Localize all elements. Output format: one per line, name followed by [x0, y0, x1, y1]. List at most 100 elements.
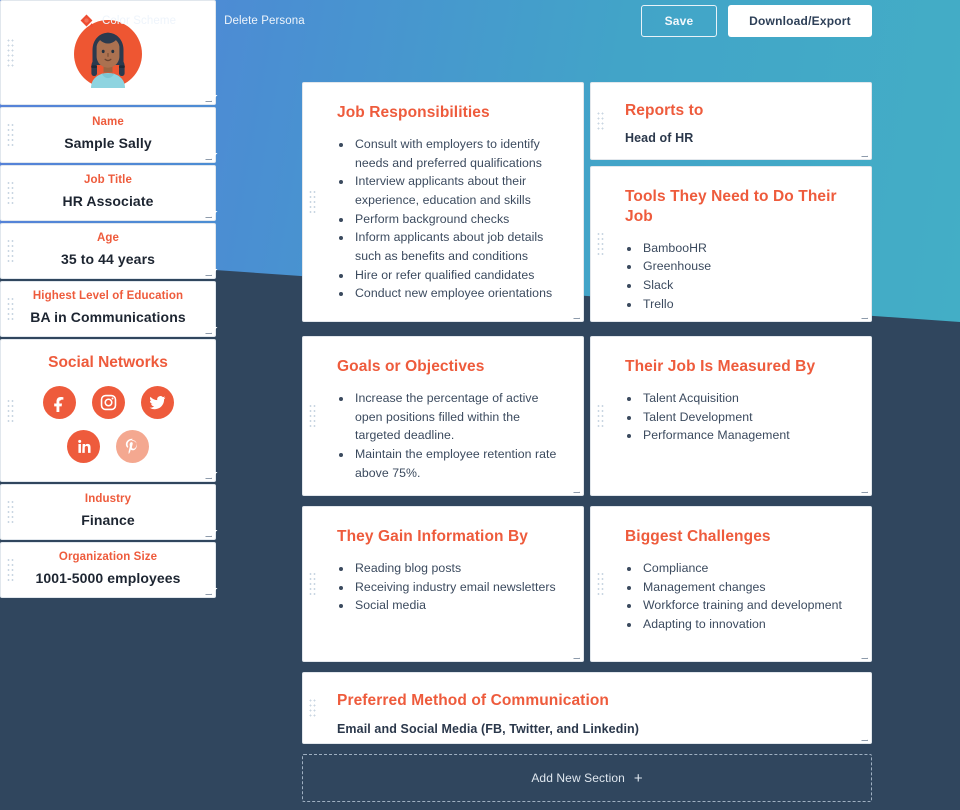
resize-handle[interactable] [572, 485, 580, 493]
drag-handle-icon[interactable] [309, 404, 316, 428]
linkedin-icon[interactable] [67, 430, 100, 463]
drag-handle-icon[interactable] [309, 572, 316, 596]
section-body: They Gain Information By Reading blog po… [303, 507, 583, 631]
drag-handle-icon[interactable] [309, 190, 316, 214]
drag-handle-icon[interactable] [597, 572, 604, 596]
resize-handle[interactable] [860, 149, 868, 157]
section-card-gain-information[interactable]: They Gain Information By Reading blog po… [302, 506, 584, 662]
social-networks-title: Social Networks [48, 354, 168, 371]
resize-handle[interactable] [860, 733, 868, 741]
resize-handle[interactable] [572, 651, 580, 659]
color-scheme-button[interactable]: Color Scheme [78, 13, 176, 30]
save-button[interactable]: Save [641, 5, 717, 37]
drag-handle-icon[interactable] [7, 558, 14, 582]
list-item: Adapting to innovation [625, 615, 849, 634]
profile-field-name[interactable]: Name Sample Sally [0, 107, 216, 163]
resize-handle[interactable] [572, 311, 580, 319]
color-scheme-label: Color Scheme [102, 15, 177, 27]
social-row [67, 430, 149, 463]
resize-handle[interactable] [204, 268, 212, 276]
section-list: Compliance Management changes Workforce … [625, 559, 849, 634]
list-item: Trello [625, 295, 849, 314]
resize-handle[interactable] [860, 651, 868, 659]
field-value: HR Associate [62, 193, 154, 209]
list-item: Reading blog posts [337, 559, 561, 578]
resize-handle[interactable] [204, 152, 212, 160]
section-card-goals[interactable]: Goals or Objectives Increase the percent… [302, 336, 584, 496]
persona-builder-app: Color Scheme Delete Persona Save Downloa… [0, 0, 960, 810]
field-label: Highest Level of Education [32, 290, 184, 302]
list-item: Talent Acquisition [625, 389, 849, 408]
drag-handle-icon[interactable] [7, 181, 14, 205]
pinterest-icon[interactable] [116, 430, 149, 463]
drag-handle-icon[interactable] [597, 232, 604, 256]
section-card-job-responsibilities[interactable]: Job Responsibilities Consult with employ… [302, 82, 584, 322]
list-item: Receiving industry email newsletters [337, 578, 561, 597]
profile-field-age[interactable]: Age 35 to 44 years [0, 223, 216, 279]
section-title: Preferred Method of Communication [337, 692, 609, 709]
social-networks-card[interactable]: Social Networks [0, 339, 216, 482]
drag-handle-icon[interactable] [7, 500, 14, 524]
drag-handle-icon[interactable] [7, 399, 14, 422]
social-icon-rows [19, 386, 197, 463]
resize-handle[interactable] [204, 94, 212, 102]
field-value: Finance [81, 512, 135, 528]
resize-handle[interactable] [204, 210, 212, 218]
list-item: Inform applicants about job details such… [337, 228, 561, 265]
drag-handle-icon[interactable] [309, 699, 316, 717]
section-title: Goals or Objectives [337, 358, 485, 375]
delete-persona-button[interactable]: Delete Persona [202, 12, 305, 30]
resize-handle[interactable] [204, 529, 212, 537]
section-card-tools[interactable]: Tools They Need to Do Their Job BambooHR… [590, 166, 872, 322]
add-new-section-button[interactable]: Add New Section + [302, 754, 872, 802]
section-body: Biggest Challenges Compliance Management… [591, 507, 871, 650]
list-item: Workforce training and development [625, 596, 849, 615]
list-item: Social media [337, 596, 561, 615]
section-list: Talent Acquisition Talent Development Pe… [625, 389, 849, 445]
drag-handle-icon[interactable] [7, 123, 14, 147]
resize-handle[interactable] [204, 326, 212, 334]
instagram-icon[interactable] [91, 386, 125, 419]
section-card-biggest-challenges[interactable]: Biggest Challenges Compliance Management… [590, 506, 872, 662]
section-card-communication[interactable]: Preferred Method of Communication Email … [302, 672, 872, 744]
profile-field-organization-size[interactable]: Organization Size 1001-5000 employees [0, 542, 216, 598]
download-export-button[interactable]: Download/Export [728, 5, 872, 37]
section-title: They Gain Information By [337, 528, 529, 545]
list-item: Greenhouse [625, 257, 849, 276]
toolbar-primary-actions: Save Download/Export [641, 5, 872, 37]
field-label: Organization Size [58, 551, 158, 563]
section-title: Job Responsibilities [337, 104, 490, 121]
profile-field-job-title[interactable]: Job Title HR Associate [0, 165, 216, 221]
resize-handle[interactable] [204, 471, 212, 479]
drag-handle-icon[interactable] [7, 38, 14, 67]
section-list: Consult with employers to identify needs… [337, 135, 561, 303]
resize-handle[interactable] [860, 485, 868, 493]
section-title: Tools They Need to Do Their Job [625, 188, 837, 225]
section-text: Email and Social Media (FB, Twitter, and… [337, 721, 640, 736]
list-item: Maintain the employee retention rate abo… [337, 445, 561, 482]
drag-handle-icon[interactable] [7, 239, 14, 263]
resize-handle[interactable] [204, 587, 212, 595]
section-list: Increase the percentage of active open p… [337, 389, 561, 482]
list-item: Conduct new employee orientations [337, 284, 561, 303]
resize-handle[interactable] [860, 311, 868, 319]
section-card-reports-to[interactable]: Reports to Head of HR [590, 82, 872, 160]
profile-field-education[interactable]: Highest Level of Education BA in Communi… [0, 281, 216, 337]
twitter-icon[interactable] [140, 386, 174, 419]
drag-handle-icon[interactable] [597, 404, 604, 428]
section-list: Reading blog posts Receiving industry em… [337, 559, 561, 615]
drag-handle-icon[interactable] [597, 112, 604, 130]
field-label: Industry [84, 493, 132, 505]
delete-persona-label: Delete Persona [224, 15, 305, 27]
field-label: Job Title [84, 174, 132, 186]
section-body: Reports to Head of HR [591, 83, 871, 159]
section-body: Tools They Need to Do Their Job BambooHR… [591, 167, 871, 321]
drag-handle-icon[interactable] [7, 297, 14, 321]
trash-icon [202, 12, 217, 30]
facebook-icon[interactable] [42, 386, 76, 419]
section-card-measured-by[interactable]: Their Job Is Measured By Talent Acquisit… [590, 336, 872, 496]
field-label: Name [92, 116, 124, 128]
profile-field-industry[interactable]: Industry Finance [0, 484, 216, 540]
list-item: Management changes [625, 578, 849, 597]
profile-column: Name Sample Sally Job Title HR Associate… [0, 0, 216, 598]
